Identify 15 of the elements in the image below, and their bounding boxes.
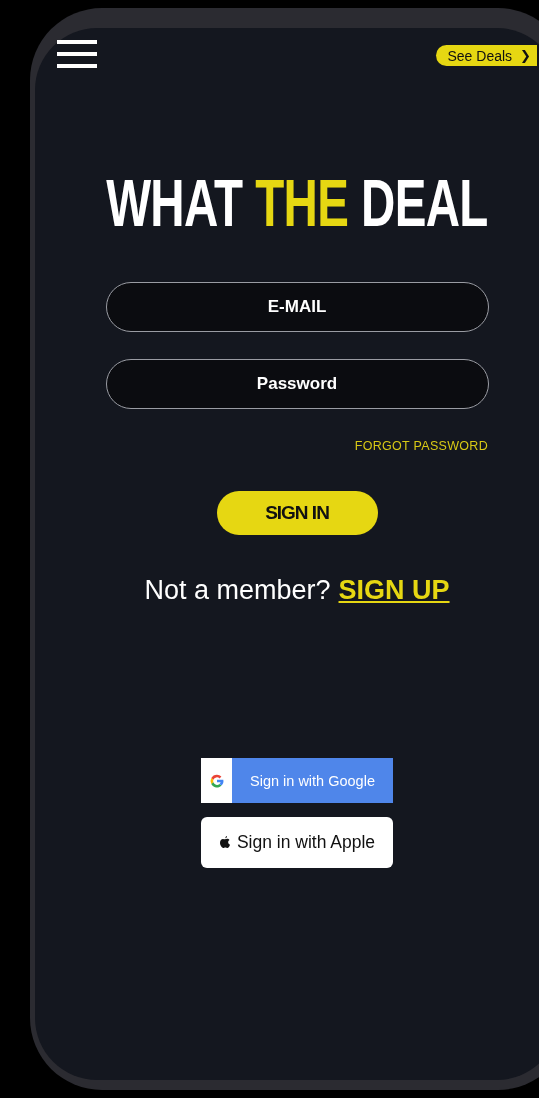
sign-up-link[interactable]: SIGN UP xyxy=(338,575,450,606)
apple-icon xyxy=(218,835,231,850)
forgot-password-link[interactable]: FORGOT PASSWORD xyxy=(35,439,539,453)
google-sign-in-button[interactable]: Sign in with Google xyxy=(201,758,393,803)
logo-word: THE xyxy=(255,170,349,236)
sign-in-button[interactable]: SIGN IN xyxy=(216,491,378,535)
logo-word: DEAL xyxy=(361,170,488,236)
input-field[interactable]: Password xyxy=(105,359,489,409)
see-deals-button[interactable]: See Deals ❯ xyxy=(435,45,537,66)
menu-icon[interactable] xyxy=(57,38,97,70)
apple-sign-in-button[interactable]: Sign in with Apple xyxy=(201,817,393,868)
logo-word: WHAT xyxy=(106,170,243,236)
google-g-icon xyxy=(208,772,225,789)
signup-prompt: Not a member? xyxy=(144,575,331,606)
input-field[interactable]: E-MAIL xyxy=(105,282,489,332)
